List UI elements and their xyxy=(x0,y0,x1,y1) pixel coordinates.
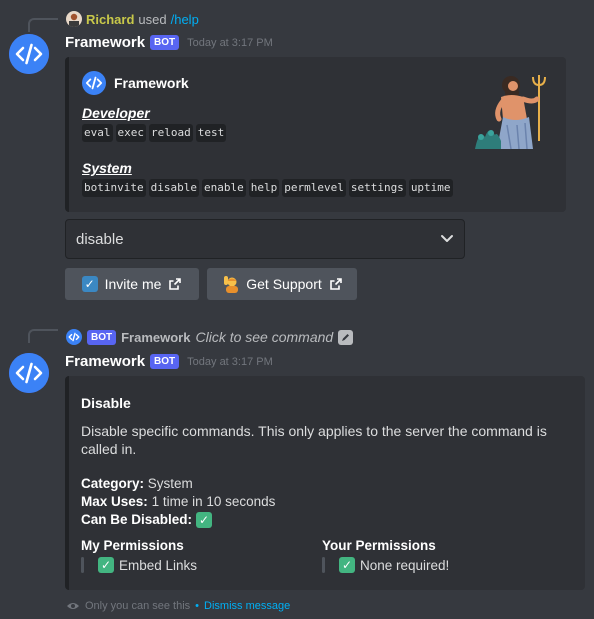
command-code: uptime xyxy=(408,179,453,197)
framework-avatar[interactable] xyxy=(9,353,49,393)
check-box-icon: ✓ xyxy=(81,276,98,292)
chevron-down-icon xyxy=(441,235,453,242)
reply-spine xyxy=(28,18,58,32)
check-mark-icon: ✓ xyxy=(98,557,114,573)
select-value: disable xyxy=(76,230,124,248)
reply-preview[interactable]: Richard used /help xyxy=(66,11,199,27)
reply-command[interactable]: /help xyxy=(171,12,199,27)
poseidon-thumbnail[interactable] xyxy=(471,71,553,153)
slash-command-icon xyxy=(338,329,354,345)
message-header: Framework BOT Today at 3:17 PM xyxy=(65,353,273,370)
can-be-disabled-label: Can Be Disabled: xyxy=(81,512,193,527)
ephemeral-footer: Only you can see this • Dismiss message xyxy=(66,600,290,612)
quote-bar xyxy=(81,557,84,573)
code-brackets-icon xyxy=(9,353,49,393)
framework-avatar[interactable] xyxy=(9,34,49,74)
button-label: Get Support xyxy=(246,276,322,292)
embed-author: Framework xyxy=(82,71,189,95)
help-embed: Framework Developer eval exec reload tes… xyxy=(65,57,566,212)
author-name[interactable]: Framework xyxy=(65,34,145,51)
can-be-disabled-line: Can Be Disabled: ✓ xyxy=(81,511,213,529)
external-link-icon xyxy=(169,278,182,290)
interaction-spine xyxy=(28,329,58,343)
embed-title: Disable xyxy=(81,395,131,411)
field-name: Your Permissions xyxy=(322,538,436,553)
bot-badge: BOT xyxy=(150,354,180,369)
command-code: disable xyxy=(148,179,199,197)
command-info-embed: Disable Disable specific commands. This … xyxy=(65,376,585,590)
command-code: settings xyxy=(348,179,406,197)
richard-avatar xyxy=(66,11,82,27)
interaction-preview[interactable]: BOT Framework Click to see command xyxy=(66,329,354,345)
timestamp[interactable]: Today at 3:17 PM xyxy=(187,37,273,49)
code-brackets-icon xyxy=(9,34,49,74)
command-code: exec xyxy=(115,124,146,142)
reply-username[interactable]: Richard xyxy=(86,12,134,27)
bot-badge: BOT xyxy=(87,329,117,345)
quote-bar xyxy=(322,557,325,573)
separator: • xyxy=(195,600,200,612)
code-brackets-icon xyxy=(82,71,106,95)
invite-me-button[interactable]: ✓ Invite me xyxy=(65,268,199,300)
command-code: botinvite xyxy=(82,179,146,197)
interaction-name[interactable]: Framework xyxy=(121,330,190,345)
permission-item: ✓ Embed Links xyxy=(81,557,197,573)
embed-description: Disable specific commands. This only app… xyxy=(81,423,547,457)
field-developer: Developer eval exec reload test xyxy=(82,105,227,142)
eye-icon xyxy=(67,603,79,609)
max-uses-value: 1 time in 10 seconds xyxy=(151,494,276,509)
category-label: Category: xyxy=(81,476,145,491)
get-support-button[interactable]: Get Support xyxy=(207,268,357,300)
category-value: System xyxy=(147,476,193,491)
command-code: permlevel xyxy=(282,179,346,197)
reply-used-text: used xyxy=(138,11,167,27)
field-name: My Permissions xyxy=(81,538,184,553)
click-to-see-command[interactable]: Click to see command xyxy=(195,329,333,345)
your-permissions-field: Your Permissions ✓ None required! xyxy=(322,538,449,573)
command-code: eval xyxy=(82,124,113,142)
permission-value: None required! xyxy=(360,557,450,573)
command-code: help xyxy=(248,179,280,197)
command-select-dropdown[interactable]: disable xyxy=(65,219,465,259)
message-header: Framework BOT Today at 3:17 PM xyxy=(65,34,273,51)
external-link-icon xyxy=(329,278,342,290)
command-code: test xyxy=(195,124,227,142)
permission-item: ✓ None required! xyxy=(322,557,449,573)
check-mark-icon: ✓ xyxy=(196,512,213,528)
my-permissions-field: My Permissions ✓ Embed Links xyxy=(81,538,197,573)
command-code: enable xyxy=(201,179,246,197)
only-you-text: Only you can see this xyxy=(85,600,191,612)
command-list: eval exec reload test xyxy=(82,124,227,142)
check-mark-icon: ✓ xyxy=(339,557,355,573)
command-list: botinvite disable enable help permlevel … xyxy=(82,179,453,197)
bot-badge: BOT xyxy=(150,35,180,50)
dismiss-message-link[interactable]: Dismiss message xyxy=(204,600,290,612)
author-name[interactable]: Framework xyxy=(65,353,145,370)
permission-value: Embed Links xyxy=(119,557,198,573)
code-brackets-icon xyxy=(66,329,82,345)
timestamp[interactable]: Today at 3:17 PM xyxy=(187,356,273,368)
field-name: System xyxy=(82,160,132,176)
embed-author-name: Framework xyxy=(114,75,189,91)
category-line: Category: System xyxy=(81,475,193,493)
person-raising-hand-icon xyxy=(224,276,239,293)
max-uses-label: Max Uses: xyxy=(81,494,148,509)
field-system: System botinvite disable enable help per… xyxy=(82,160,453,197)
max-uses-line: Max Uses: 1 time in 10 seconds xyxy=(81,493,275,511)
field-name: Developer xyxy=(82,105,150,121)
command-code: reload xyxy=(149,124,193,142)
button-label: Invite me xyxy=(104,276,162,292)
